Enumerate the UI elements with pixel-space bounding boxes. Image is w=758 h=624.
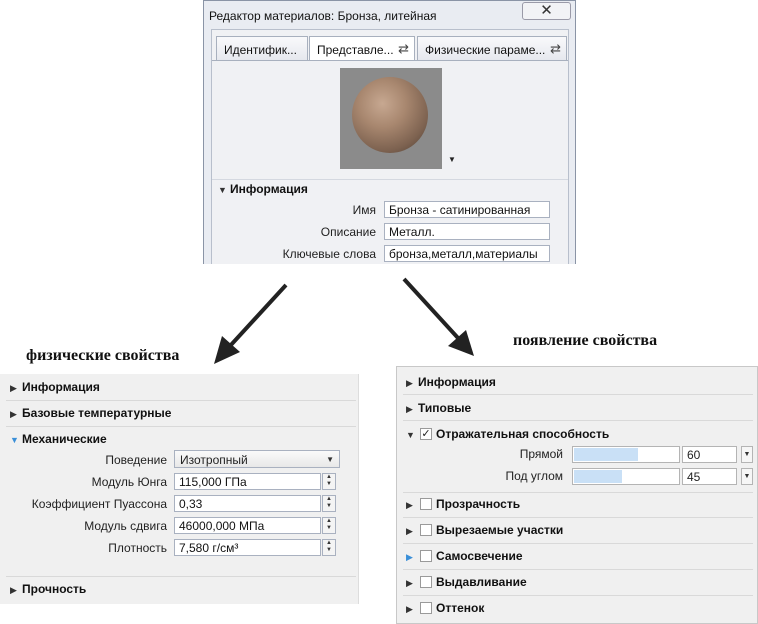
expand-triangle-icon: ▶ (406, 552, 413, 562)
poisson-ratio-label: Коэффициент Пуассона (31, 497, 167, 511)
youngs-modulus-label: Модуль Юнга (91, 475, 167, 489)
angle-slider[interactable] (572, 468, 680, 485)
self-illumination-checkbox[interactable] (420, 550, 432, 562)
density-field[interactable]: 7,580 г/см³ (174, 539, 321, 556)
direct-value-field[interactable]: 60 (682, 446, 737, 463)
shear-modulus-field[interactable]: 46000,000 МПа (174, 517, 321, 534)
tint-title: Оттенок (436, 601, 485, 615)
shear-modulus-spinner[interactable]: ▲ ▼ (322, 517, 336, 534)
direct-slider-fill (574, 448, 638, 461)
divider (6, 400, 356, 401)
section-cutouts[interactable]: ▶ (406, 523, 418, 537)
expand-triangle-icon: ▶ (10, 383, 17, 393)
section-typical[interactable]: ▶ Типовые (406, 401, 471, 415)
density-spinner[interactable]: ▲ ▼ (322, 539, 336, 556)
angle-dropdown-button[interactable]: ▼ (741, 468, 753, 485)
section-tint[interactable]: ▶ (406, 601, 418, 615)
tint-checkbox[interactable] (420, 602, 432, 614)
caption-appearance-properties: появление свойства (513, 332, 658, 349)
direct-slider[interactable] (572, 446, 680, 463)
expand-triangle-icon: ▶ (406, 378, 413, 388)
caption-physical-properties: физические свойства (26, 347, 180, 364)
physical-properties-panel: ▶ Информация ▶ Базовые температурные ▼ Меха… (0, 374, 359, 604)
transparency-checkbox[interactable] (420, 498, 432, 510)
section-title: Базовые температурные (22, 406, 172, 420)
direct-dropdown-button[interactable]: ▼ (741, 446, 753, 463)
collapse-triangle-icon: ▼ (406, 430, 415, 440)
section-bump[interactable]: ▶ (406, 575, 418, 589)
reflectivity-title: Отражательная способность (436, 427, 610, 441)
cutouts-checkbox[interactable] (420, 524, 432, 536)
cutouts-title: Вырезаемые участки (436, 523, 564, 537)
bump-checkbox[interactable] (420, 576, 432, 588)
chevron-down-icon: ▼ (326, 455, 334, 464)
divider (403, 394, 753, 395)
divider (6, 426, 356, 427)
divider (403, 543, 753, 544)
expand-triangle-icon: ▶ (406, 526, 413, 536)
direct-label: Прямой (519, 447, 563, 461)
section-info[interactable]: ▶ Информация (406, 375, 496, 389)
expand-triangle-icon: ▶ (10, 409, 17, 419)
angle-label: Под углом (505, 469, 563, 483)
youngs-modulus-spinner[interactable]: ▲ ▼ (322, 473, 336, 490)
angle-value-field[interactable]: 45 (682, 468, 737, 485)
divider (403, 595, 753, 596)
bump-title: Выдавливание (436, 575, 527, 589)
poisson-ratio-spinner[interactable]: ▲ ▼ (322, 495, 336, 512)
section-title: Механические (22, 432, 107, 446)
expand-triangle-icon: ▶ (406, 604, 413, 614)
collapse-triangle-icon: ▼ (10, 435, 19, 445)
section-strength[interactable]: ▶ Прочность (10, 582, 86, 596)
arrow-right-line (402, 277, 460, 340)
poisson-ratio-field[interactable]: 0,33 (174, 495, 321, 512)
section-base-temperature[interactable]: ▶ Базовые температурные (10, 406, 171, 420)
section-title: Информация (22, 380, 100, 394)
section-title: Типовые (418, 401, 472, 415)
expand-triangle-icon: ▶ (406, 578, 413, 588)
transparency-title: Прозрачность (436, 497, 521, 511)
arrow-left-line (228, 283, 288, 348)
section-info[interactable]: ▶ Информация (10, 380, 100, 394)
reflectivity-checkbox[interactable]: ✓ (420, 428, 432, 440)
section-title: Прочность (22, 582, 87, 596)
appearance-properties-panel: ▶ Информация ▶ Типовые ▼ ✓ Отражательная с… (396, 366, 758, 624)
section-reflectivity[interactable]: ▼ (406, 427, 418, 441)
divider (403, 492, 753, 493)
behavior-value: Изотропный (180, 453, 248, 467)
divider (6, 576, 356, 577)
section-transparency[interactable]: ▶ (406, 497, 418, 511)
youngs-modulus-field[interactable]: 115,000 ГПа (174, 473, 321, 490)
angle-slider-fill (574, 470, 622, 483)
divider (403, 420, 753, 421)
expand-triangle-icon: ▶ (406, 500, 413, 510)
divider (403, 517, 753, 518)
self-illumination-title: Самосвечение (436, 549, 523, 563)
expand-triangle-icon: ▶ (10, 585, 17, 595)
section-self-illumination[interactable]: ▶ (406, 549, 418, 563)
section-title: Информация (418, 375, 496, 389)
divider (403, 569, 753, 570)
section-mechanical[interactable]: ▼ Механические (10, 432, 107, 446)
behavior-label: Поведение (105, 453, 167, 467)
expand-triangle-icon: ▶ (406, 404, 413, 414)
shear-modulus-label: Модуль сдвига (84, 519, 167, 533)
behavior-select[interactable]: Изотропный ▼ (174, 450, 340, 468)
density-label: Плотность (108, 541, 167, 555)
